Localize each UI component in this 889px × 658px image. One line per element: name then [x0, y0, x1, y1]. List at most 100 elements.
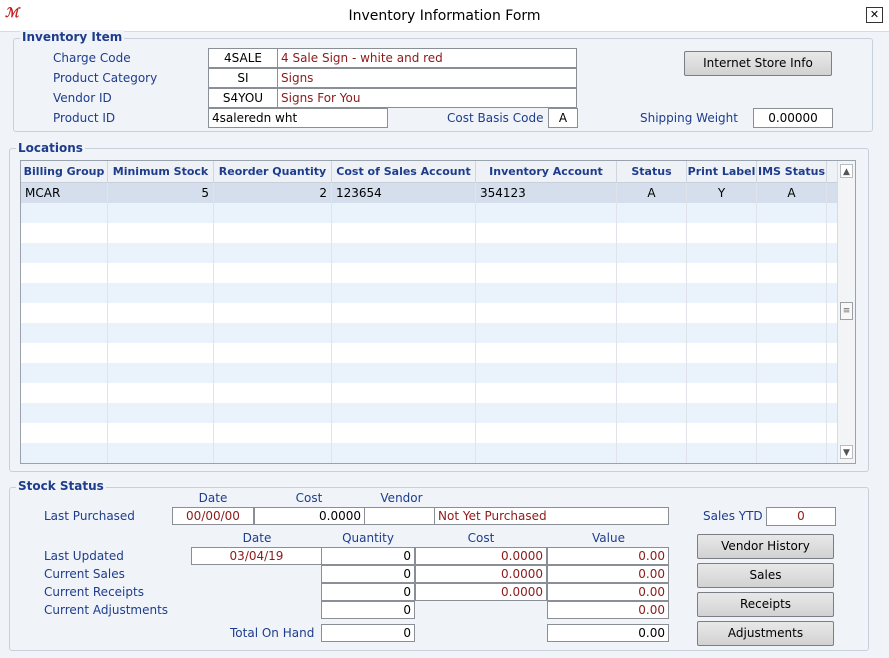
column-header[interactable]: IMS Status — [757, 161, 827, 183]
column-header[interactable]: Print Label — [687, 161, 757, 183]
scroll-up-icon[interactable]: ▲ — [840, 164, 853, 178]
table-cell — [617, 223, 687, 243]
vendor-id-field[interactable]: S4YOU — [208, 88, 278, 108]
table-cell — [21, 383, 108, 403]
adjustments-button[interactable]: Adjustments — [697, 621, 834, 646]
inventory-item-legend: Inventory Item — [20, 30, 125, 44]
table-cell — [687, 203, 757, 223]
table-cell — [108, 223, 214, 243]
table-cell — [757, 443, 827, 463]
table-cell — [214, 203, 332, 223]
table-cell — [21, 323, 108, 343]
table-cell — [687, 343, 757, 363]
empty-row[interactable] — [21, 283, 837, 303]
table-cell — [687, 263, 757, 283]
table-cell — [108, 383, 214, 403]
current-adjustments-value: 0.00 — [547, 601, 669, 619]
table-cell — [757, 243, 827, 263]
table-cell — [214, 323, 332, 343]
grid-header: Billing Group Minimum Stock Reorder Quanti… — [21, 161, 837, 183]
table-cell — [757, 263, 827, 283]
cost-basis-field[interactable]: A — [548, 108, 578, 128]
table-cell — [108, 363, 214, 383]
empty-row[interactable] — [21, 363, 837, 383]
charge-code-label: Charge Code — [53, 51, 131, 65]
table-row[interactable]: MCAR 5 2 123654 354123 A Y A — [21, 183, 837, 203]
empty-row[interactable] — [21, 383, 837, 403]
header-date-top: Date — [198, 491, 228, 505]
empty-row[interactable] — [21, 263, 837, 283]
table-cell — [757, 223, 827, 243]
column-header[interactable]: Inventory Account — [476, 161, 617, 183]
table-cell — [108, 283, 214, 303]
empty-row[interactable] — [21, 403, 837, 423]
table-cell — [214, 243, 332, 263]
table-cell — [757, 403, 827, 423]
empty-row[interactable] — [21, 203, 837, 223]
last-purchased-label: Last Purchased — [44, 509, 135, 523]
last-purchased-vendor — [364, 507, 435, 525]
shipping-weight-field[interactable]: 0.00000 — [753, 108, 833, 128]
cost-basis-label: Cost Basis Code — [447, 111, 544, 125]
table-cell — [108, 403, 214, 423]
empty-row[interactable] — [21, 223, 837, 243]
locations-grid[interactable]: Billing Group Minimum Stock Reorder Quanti… — [20, 160, 856, 464]
table-cell — [21, 403, 108, 423]
table-cell — [687, 243, 757, 263]
table-cell — [21, 363, 108, 383]
table-cell — [21, 223, 108, 243]
vendor-history-button[interactable]: Vendor History — [697, 534, 834, 559]
header-vendor-top: Vendor — [380, 491, 423, 505]
column-header[interactable]: Cost of Sales Account — [332, 161, 476, 183]
empty-row[interactable] — [21, 423, 837, 443]
empty-row[interactable] — [21, 443, 837, 463]
current-sales-value: 0.00 — [547, 565, 669, 583]
table-cell — [108, 263, 214, 283]
table-cell — [476, 303, 617, 323]
table-cell — [757, 363, 827, 383]
empty-row[interactable] — [21, 323, 837, 343]
product-category-description: Signs — [277, 68, 577, 88]
table-cell — [332, 343, 476, 363]
table-cell — [687, 323, 757, 343]
table-cell — [21, 343, 108, 363]
last-updated-label: Last Updated — [44, 549, 124, 563]
column-header[interactable]: Status — [617, 161, 687, 183]
empty-row[interactable] — [21, 343, 837, 363]
table-cell — [332, 403, 476, 423]
vertical-scrollbar[interactable]: ▲ ≡ ▼ — [837, 161, 855, 463]
scroll-down-icon[interactable]: ▼ — [840, 445, 853, 459]
empty-row[interactable] — [21, 303, 837, 323]
scroll-thumb[interactable]: ≡ — [840, 302, 853, 320]
table-cell — [617, 263, 687, 283]
header-quantity: Quantity — [342, 531, 394, 545]
table-cell — [687, 383, 757, 403]
table-cell — [617, 203, 687, 223]
table-cell — [108, 303, 214, 323]
table-cell — [476, 263, 617, 283]
column-header[interactable]: Billing Group — [21, 161, 108, 183]
close-button[interactable]: ✕ — [866, 7, 883, 23]
column-header[interactable]: Minimum Stock — [108, 161, 214, 183]
table-cell — [687, 423, 757, 443]
table-cell — [108, 243, 214, 263]
charge-code-description: 4 Sale Sign - white and red — [277, 48, 577, 68]
total-on-hand-quantity: 0 — [321, 624, 415, 642]
sales-button[interactable]: Sales — [697, 563, 834, 588]
last-updated-quantity: 0 — [321, 547, 415, 565]
receipts-button[interactable]: Receipts — [697, 592, 834, 617]
product-id-field[interactable]: 4saleredn wht — [208, 108, 388, 128]
product-category-field[interactable]: SI — [208, 68, 278, 88]
current-receipts-cost: 0.0000 — [415, 583, 547, 601]
table-cell — [21, 263, 108, 283]
table-cell — [757, 383, 827, 403]
product-id-label: Product ID — [53, 111, 116, 125]
column-header[interactable]: Reorder Quantity — [214, 161, 332, 183]
charge-code-field[interactable]: 4SALE — [208, 48, 278, 68]
table-cell: 123654 — [332, 183, 476, 203]
table-cell — [214, 303, 332, 323]
empty-row[interactable] — [21, 243, 837, 263]
table-cell: 5 — [108, 183, 214, 203]
internet-store-info-button[interactable]: Internet Store Info — [684, 51, 832, 76]
table-cell — [108, 423, 214, 443]
